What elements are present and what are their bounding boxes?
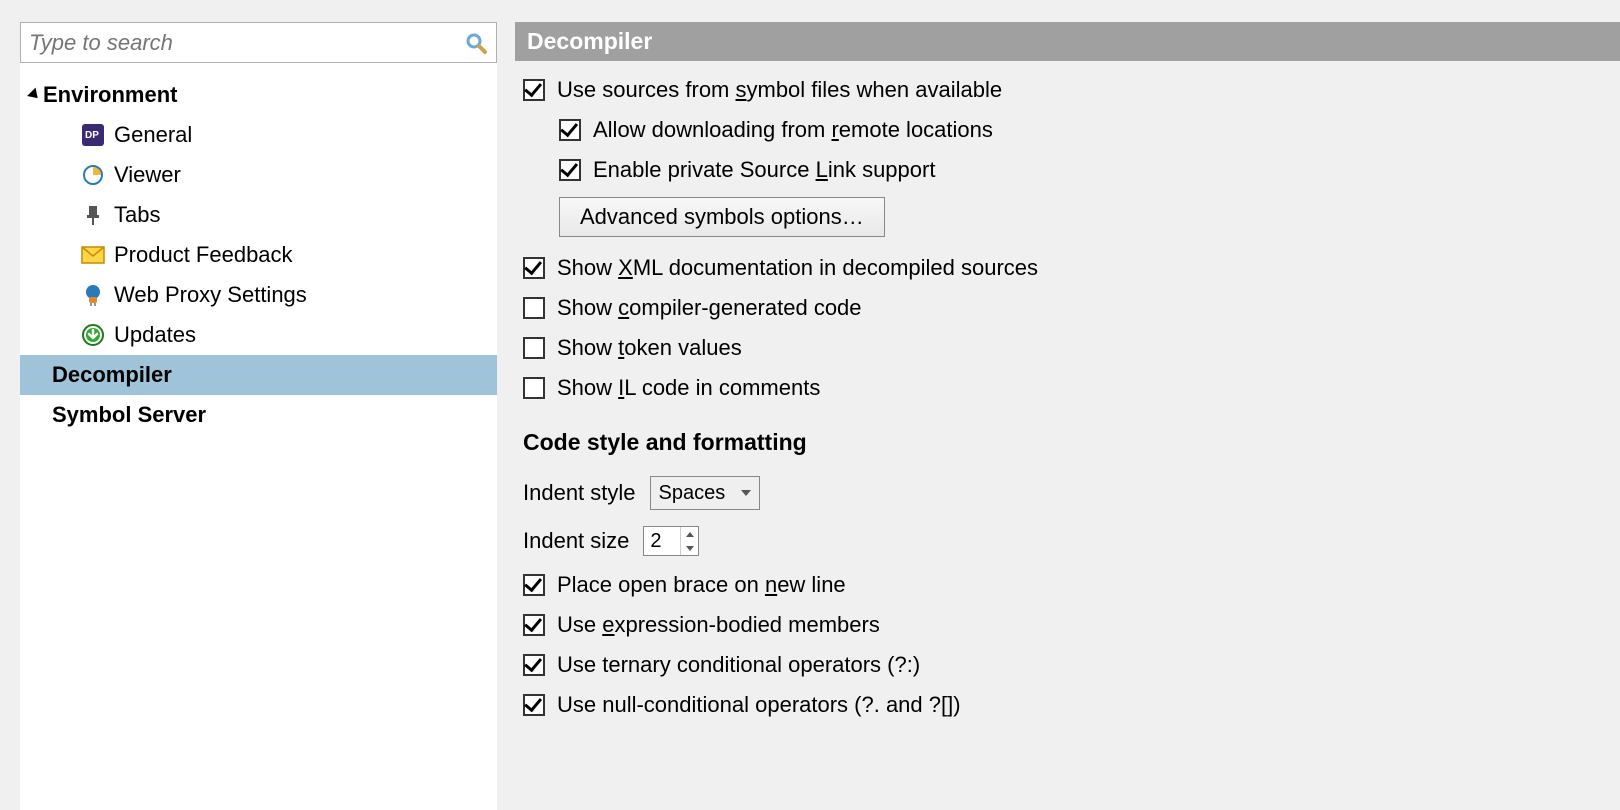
checkbox[interactable] (523, 337, 545, 359)
tree-item-decompiler[interactable]: Decompiler (20, 355, 497, 395)
panel-body: Use sources from symbol files when avail… (515, 61, 1620, 742)
opt-show-il[interactable]: Show IL code in comments (523, 375, 1610, 401)
spinner-value: 2 (644, 527, 680, 555)
opt-expr-bodied[interactable]: Use expression-bodied members (523, 612, 1610, 638)
chevron-down-icon (741, 490, 751, 496)
tree-item-label: General (114, 122, 192, 148)
checkbox[interactable] (523, 257, 545, 279)
chevron-down-icon (686, 546, 694, 551)
checkbox[interactable] (523, 694, 545, 716)
tree-item-feedback[interactable]: Product Feedback (20, 235, 497, 275)
opt-use-sources[interactable]: Use sources from symbol files when avail… (523, 77, 1610, 103)
label: Use sources from symbol files when avail… (557, 77, 1002, 103)
tree-item-label: Web Proxy Settings (114, 282, 307, 308)
tree-item-label: Symbol Server (52, 402, 206, 428)
opt-null-conditional[interactable]: Use null-conditional operators (?. and ?… (523, 692, 1610, 718)
app-icon: DP (78, 124, 108, 146)
field-indent-size: Indent size 2 (523, 526, 1610, 556)
label: Use null-conditional operators (?. and ?… (557, 692, 961, 718)
tree-item-tabs[interactable]: Tabs (20, 195, 497, 235)
tree-item-label: Decompiler (52, 362, 172, 388)
pin-icon (78, 204, 108, 226)
tree-item-label: Product Feedback (114, 242, 293, 268)
tree-group-label: Environment (43, 82, 177, 108)
checkbox[interactable] (523, 614, 545, 636)
field-indent-style: Indent style Spaces (523, 476, 1610, 510)
tree-item-general[interactable]: DP General (20, 115, 497, 155)
indent-size-spinner[interactable]: 2 (643, 526, 699, 556)
label: Allow downloading from remote locations (593, 117, 993, 143)
chevron-up-icon (686, 532, 694, 537)
checkbox[interactable] (523, 574, 545, 596)
opt-open-brace[interactable]: Place open brace on new line (523, 572, 1610, 598)
panel-header: Decompiler (515, 22, 1620, 61)
spinner-arrows[interactable] (680, 527, 698, 555)
checkbox[interactable] (559, 159, 581, 181)
opt-ternary[interactable]: Use ternary conditional operators (?:) (523, 652, 1610, 678)
options-window: Environment DP General Viewer Tabs (0, 0, 1620, 810)
tree-item-proxy[interactable]: Web Proxy Settings (20, 275, 497, 315)
tree-item-updates[interactable]: Updates (20, 315, 497, 355)
tree-item-label: Updates (114, 322, 196, 348)
svg-text:DP: DP (85, 130, 99, 141)
label: Show compiler-generated code (557, 295, 862, 321)
label: Use expression-bodied members (557, 612, 880, 638)
viewer-icon (78, 164, 108, 186)
checkbox[interactable] (559, 119, 581, 141)
label: Show IL code in comments (557, 375, 820, 401)
download-icon (78, 324, 108, 346)
search-wrap (20, 22, 497, 63)
indent-style-label: Indent style (523, 480, 636, 506)
opt-show-compiler[interactable]: Show compiler-generated code (523, 295, 1610, 321)
label: Use ternary conditional operators (?:) (557, 652, 920, 678)
search-input[interactable] (29, 30, 464, 56)
tree-item-label: Tabs (114, 202, 160, 228)
tree-group-environment[interactable]: Environment (20, 75, 497, 115)
left-panel: Environment DP General Viewer Tabs (0, 22, 497, 810)
label: Show token values (557, 335, 742, 361)
label: Show XML documentation in decompiled sou… (557, 255, 1038, 281)
checkbox[interactable] (523, 79, 545, 101)
search-icon[interactable] (464, 31, 488, 55)
select-value: Spaces (659, 482, 726, 505)
opt-show-xml[interactable]: Show XML documentation in decompiled sou… (523, 255, 1610, 281)
label: Place open brace on new line (557, 572, 846, 598)
checkbox[interactable] (523, 654, 545, 676)
advanced-symbols-button[interactable]: Advanced symbols options… (559, 197, 885, 237)
indent-size-label: Indent size (523, 528, 629, 554)
plug-icon (78, 284, 108, 306)
tree-item-viewer[interactable]: Viewer (20, 155, 497, 195)
opt-show-token[interactable]: Show token values (523, 335, 1610, 361)
indent-style-select[interactable]: Spaces (650, 476, 760, 510)
opt-allow-remote[interactable]: Allow downloading from remote locations (523, 117, 1610, 143)
section-code-style: Code style and formatting (523, 429, 1610, 456)
mail-icon (78, 246, 108, 264)
label: Enable private Source Link support (593, 157, 935, 183)
checkbox[interactable] (523, 297, 545, 319)
checkbox[interactable] (523, 377, 545, 399)
expand-icon (27, 88, 42, 103)
tree-item-label: Viewer (114, 162, 181, 188)
right-panel: Decompiler Use sources from symbol files… (497, 22, 1620, 810)
opt-private-sourcelink[interactable]: Enable private Source Link support (523, 157, 1610, 183)
tree-item-symbol-server[interactable]: Symbol Server (20, 395, 497, 435)
nav-tree: Environment DP General Viewer Tabs (20, 63, 497, 810)
